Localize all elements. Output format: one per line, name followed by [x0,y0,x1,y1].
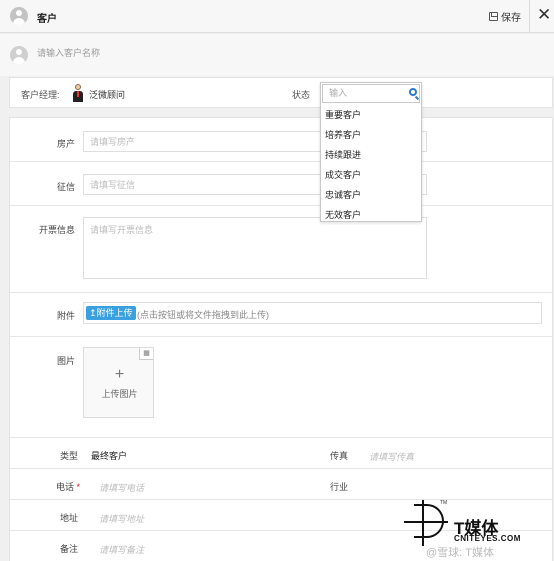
manager-label: 客户经理: [21,90,60,100]
manager-avatar-icon [71,84,85,102]
close-icon[interactable]: ✕ [537,6,551,23]
type-label: 类型 [59,451,78,461]
manager-name[interactable]: 泛微顾问 [89,88,125,101]
image-upload-label: 上传图片 [101,389,138,399]
address-input[interactable]: 请填写地址 [99,512,144,525]
attachment-hint: (点击按钮或将文件拖拽到此上传) [137,310,269,320]
status-option[interactable]: 重要客户 [325,108,361,121]
fax-label: 传真 [329,451,348,461]
industry-label: 行业 [329,482,348,492]
credit-label: 征信 [56,182,75,192]
watermark-sub: @雪球: T媒体 [426,547,494,559]
plus-icon: + [114,366,125,383]
customer-avatar-icon [10,7,28,25]
watermark-tm: TM [440,500,448,506]
save-button[interactable]: 保存 [489,9,521,24]
status-search-input[interactable] [329,88,399,98]
watermark-brand-en: CNITEYES.COM [454,534,521,543]
row-divider [10,205,552,206]
attachment-upload-button[interactable]: ↥附件上传 [86,306,136,320]
fax-input[interactable]: 请填写传真 [369,450,414,463]
remark-input[interactable]: 请填写备注 [99,543,144,556]
customer-form: 房产 请填写房产 征信 请填写征信 开票信息 请填写开票信息 附件 ↥附件上传 … [9,117,553,561]
page-title: 客户 [37,14,57,25]
row-divider [10,437,552,438]
attachment-dropzone[interactable]: ↥附件上传 (点击按钮或将文件拖拽到此上传) [83,302,542,324]
row-divider [10,468,552,469]
image-corner-icon: ▦ [139,348,153,360]
status-option[interactable]: 无效客户 [325,208,361,221]
phone-label: 电话 * [55,482,80,492]
status-search-box[interactable] [322,84,420,103]
status-option[interactable]: 忠诚客户 [325,188,361,201]
address-label: 地址 [59,513,78,523]
customer-name-bar [0,34,554,76]
header-divider [529,0,530,33]
search-icon[interactable] [409,88,417,96]
attachment-label: 附件 [56,311,75,321]
image-label: 图片 [56,356,75,366]
status-option[interactable]: 培养客户 [325,128,361,141]
phone-input[interactable]: 请填写电话 [99,481,144,494]
type-value[interactable]: 最终客户 [91,449,127,462]
watermark-logo: TM T媒体 CNITEYES.COM @雪球: T媒体 [404,500,554,561]
status-label: 状态 [292,90,311,100]
save-icon [489,12,498,21]
status-option[interactable]: 成交客户 [325,168,361,181]
top-bar: 客户 保存 ✕ [0,0,554,33]
save-label: 保存 [501,13,521,24]
property-label: 房产 [56,139,75,149]
customer-name-input[interactable] [37,48,337,58]
row-divider [10,292,552,293]
row-divider [10,336,552,337]
row-divider [10,161,552,162]
image-upload-button[interactable]: ▦ + 上传图片 [83,347,154,418]
manager-bar: 客户经理: 泛微顾问 状态 [9,77,553,108]
customer-name-avatar-icon [10,46,28,64]
status-option[interactable]: 持续跟进 [325,148,361,161]
invoice-label: 开票信息 [38,225,75,235]
invoice-textarea[interactable]: 请填写开票信息 [83,217,427,279]
status-dropdown[interactable]: 重要客户 培养客户 持续跟进 成交客户 忠诚客户 无效客户 [320,82,422,222]
remark-label: 备注 [59,544,78,554]
